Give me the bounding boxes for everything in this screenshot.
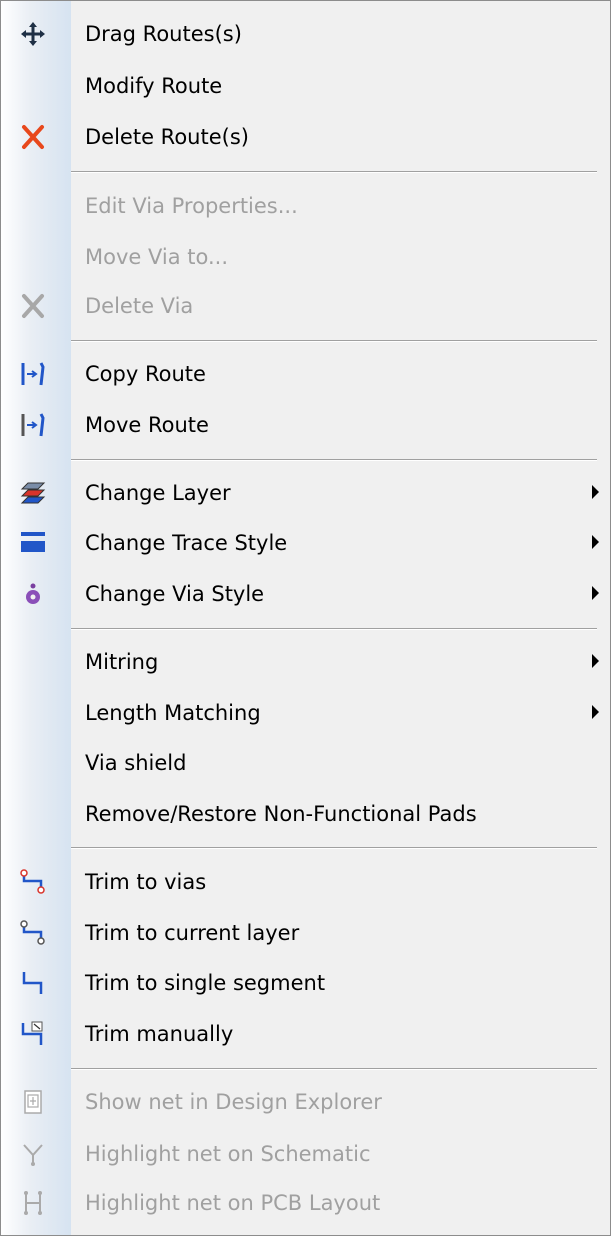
via-style-icon (19, 581, 47, 607)
submenu-arrow-icon (592, 535, 599, 549)
menu-item-edit-via-properties[interactable]: Edit Via Properties... (1, 181, 610, 231)
menu-item-via-shield[interactable]: Via shield (1, 738, 610, 788)
red-x-icon (19, 124, 47, 150)
move-route-icon (19, 412, 47, 438)
copy-route-icon (19, 361, 47, 387)
submenu-arrow-icon (592, 485, 599, 499)
menu-item-label: Mitring (85, 650, 159, 674)
menu-item-label: Via shield (85, 751, 187, 775)
menu-item-change-layer[interactable]: Change Layer (1, 468, 610, 518)
menu-item-label: Move Route (85, 413, 209, 437)
menu-item-label: Trim to current layer (85, 921, 300, 945)
move-arrows-icon (19, 21, 47, 47)
menu-item-trim-to-current-layer[interactable]: Trim to current layer (1, 908, 610, 958)
menu-item-label: Length Matching (85, 701, 261, 725)
menu-item-move-route[interactable]: Move Route (1, 400, 610, 450)
menu-separator (71, 340, 597, 342)
menu-item-move-via-to[interactable]: Move Via to... (1, 232, 610, 282)
menu-item-trim-to-single-segment[interactable]: Trim to single segment (1, 958, 610, 1008)
trim-to-vias-icon (19, 869, 47, 895)
menu-item-copy-route[interactable]: Copy Route (1, 349, 610, 399)
menu-item-label: Remove/Restore Non-Functional Pads (85, 802, 477, 826)
menu-item-trim-to-vias[interactable]: Trim to vias (1, 857, 610, 907)
menu-item-label: Change Via Style (85, 582, 265, 606)
menu-item-label: Edit Via Properties... (85, 194, 298, 218)
menu-item-label: Change Layer (85, 481, 231, 505)
menu-item-highlight-net-pcb[interactable]: Highlight net on PCB Layout (1, 1178, 610, 1228)
menu-item-label: Highlight net on Schematic (85, 1142, 371, 1166)
layers-icon (19, 480, 47, 506)
menu-item-label: Drag Routes(s) (85, 22, 242, 46)
schematic-net-icon (19, 1141, 47, 1167)
menu-item-label: Change Trace Style (85, 531, 288, 555)
menu-item-label: Copy Route (85, 362, 206, 386)
trim-manual-icon (19, 1021, 47, 1047)
trim-segment-icon (19, 970, 47, 996)
submenu-arrow-icon (592, 654, 599, 668)
menu-item-modify-route[interactable]: Modify Route (1, 61, 610, 111)
menu-item-mitring[interactable]: Mitring (1, 637, 610, 687)
menu-item-label: Highlight net on PCB Layout (85, 1191, 381, 1215)
gray-x-icon (19, 293, 47, 319)
submenu-arrow-icon (592, 705, 599, 719)
menu-item-change-trace-style[interactable]: Change Trace Style (1, 518, 610, 568)
menu-item-highlight-net-schematic[interactable]: Highlight net on Schematic (1, 1129, 610, 1179)
menu-item-label: Trim to vias (85, 870, 207, 894)
context-menu: Drag Routes(s) Modify Route Delete Route… (0, 0, 611, 1236)
design-explorer-icon (19, 1089, 47, 1115)
menu-item-label: Move Via to... (85, 245, 229, 269)
pcb-net-icon (19, 1190, 47, 1216)
menu-item-length-matching[interactable]: Length Matching (1, 688, 610, 738)
menu-item-trim-manually[interactable]: Trim manually (1, 1009, 610, 1059)
menu-separator (71, 1068, 597, 1070)
menu-separator (71, 847, 597, 849)
menu-item-label: Trim to single segment (85, 971, 326, 995)
menu-item-label: Delete Route(s) (85, 125, 249, 149)
menu-item-change-via-style[interactable]: Change Via Style (1, 569, 610, 619)
menu-item-remove-restore-pads[interactable]: Remove/Restore Non-Functional Pads (1, 789, 610, 839)
menu-item-show-net-design-explorer[interactable]: Show net in Design Explorer (1, 1077, 610, 1127)
trim-to-layer-icon (19, 920, 47, 946)
menu-item-delete-routes[interactable]: Delete Route(s) (1, 112, 610, 162)
menu-separator (71, 171, 597, 173)
menu-item-drag-routes[interactable]: Drag Routes(s) (1, 9, 610, 59)
trace-style-icon (19, 530, 47, 556)
menu-separator (71, 459, 597, 461)
menu-item-delete-via[interactable]: Delete Via (1, 281, 610, 331)
menu-item-label: Delete Via (85, 294, 194, 318)
menu-item-label: Show net in Design Explorer (85, 1090, 382, 1114)
menu-separator (71, 628, 597, 630)
menu-item-label: Trim manually (85, 1022, 234, 1046)
menu-item-label: Modify Route (85, 74, 223, 98)
submenu-arrow-icon (592, 586, 599, 600)
